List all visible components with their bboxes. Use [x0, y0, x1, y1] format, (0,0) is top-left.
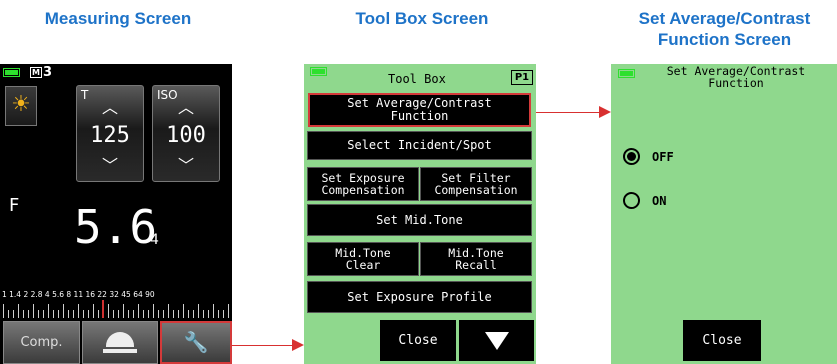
on-radio[interactable]: [623, 192, 640, 209]
toolbox-title: Tool Box: [388, 72, 446, 86]
aperture-scale: [3, 302, 229, 318]
shutter-speed-value: 125: [90, 123, 130, 148]
chevron-down-icon[interactable]: ﹀: [153, 152, 219, 176]
next-page-button[interactable]: [459, 320, 534, 361]
aperture-scale-labels: 1 1.4 2 2.8 4 5.6 8 11 16 22 32 45 64 90: [2, 290, 155, 299]
status-bar: M 3: [0, 64, 232, 82]
triangle-down-icon: [484, 331, 509, 350]
chevron-down-icon[interactable]: ﹀: [77, 152, 143, 176]
set-exposure-compensation-button[interactable]: Set Exposure Compensation: [307, 167, 419, 201]
arrow-toolbox-to-setavg: [536, 112, 599, 113]
battery-icon: [3, 68, 20, 77]
off-label[interactable]: OFF: [652, 150, 674, 164]
close-button[interactable]: Close: [683, 320, 761, 361]
aperture-value: 5.6: [74, 200, 158, 254]
set-mid-tone-button[interactable]: Set Mid.Tone: [307, 204, 532, 236]
memory-number: 3: [43, 65, 53, 80]
wrench-icon: 🔧: [183, 330, 209, 354]
off-radio[interactable]: [623, 148, 640, 165]
measuring-screen: M 3 ☀ T ︿ 125 ﹀ ISO ︿ 100 ﹀ F 5.6 4 1 1.…: [0, 64, 232, 364]
set-exposure-profile-button[interactable]: Set Exposure Profile: [307, 281, 532, 313]
scale-marker: [102, 300, 104, 318]
exposure-comp-line2: Compensation: [321, 183, 405, 197]
chevron-up-icon[interactable]: ︿: [77, 94, 143, 118]
page-badge: P1: [511, 70, 533, 85]
mid-tone-recall-button[interactable]: Mid.Tone Recall: [420, 242, 532, 276]
arrow-head-toolbox-to-setavg: [599, 106, 611, 118]
toolbox-screen-heading: Tool Box Screen: [355, 9, 489, 28]
close-button[interactable]: Close: [380, 320, 456, 361]
mid-recall-line2: Recall: [455, 258, 497, 272]
set-average-line2: Function: [390, 109, 449, 123]
mid-clear-line2: Clear: [345, 258, 381, 272]
memory-badge: M: [30, 67, 42, 78]
set-average-contrast-button[interactable]: Set Average/Contrast Function: [308, 93, 531, 127]
dome-base: [103, 349, 137, 353]
setavg-title: Set Average/Contrast Function: [641, 65, 831, 89]
set-filter-compensation-button[interactable]: Set Filter Compensation: [420, 167, 532, 201]
arrow-head-measure-to-toolbox: [292, 339, 304, 351]
battery-icon: [618, 69, 635, 78]
setavg-screen-heading-line1: Set Average/Contrast: [638, 9, 811, 28]
comp-button[interactable]: Comp.: [3, 321, 80, 364]
chevron-up-icon[interactable]: ︿: [153, 94, 219, 118]
aperture-label: F: [9, 195, 20, 216]
setavg-screen-heading-line2: Function Screen: [657, 30, 792, 49]
iso-value: 100: [166, 123, 206, 148]
select-incident-spot-button[interactable]: Select Incident/Spot: [307, 131, 532, 160]
toolbox-screen: Tool Box P1 Set Average/Contrast Functio…: [304, 64, 536, 364]
measuring-screen-heading: Measuring Screen: [44, 9, 192, 28]
arrow-measure-to-toolbox: [232, 345, 292, 346]
setavg-title-line2: Function: [708, 76, 764, 90]
on-label[interactable]: ON: [652, 194, 666, 208]
filter-comp-line2: Compensation: [434, 183, 518, 197]
shutter-speed-spinner[interactable]: T ︿ 125 ﹀: [76, 85, 144, 182]
dome-icon: [106, 332, 134, 347]
toolbox-button[interactable]: 🔧: [160, 321, 232, 364]
mid-tone-clear-button[interactable]: Mid.Tone Clear: [307, 242, 419, 276]
dome-button[interactable]: [82, 321, 158, 364]
iso-spinner[interactable]: ISO ︿ 100 ﹀: [152, 85, 220, 182]
set-average-contrast-screen: Set Average/Contrast Function OFF ON Clo…: [611, 64, 837, 364]
aperture-tenths: 4: [150, 232, 159, 248]
battery-icon: [310, 67, 327, 76]
sun-icon[interactable]: ☀: [5, 86, 37, 126]
